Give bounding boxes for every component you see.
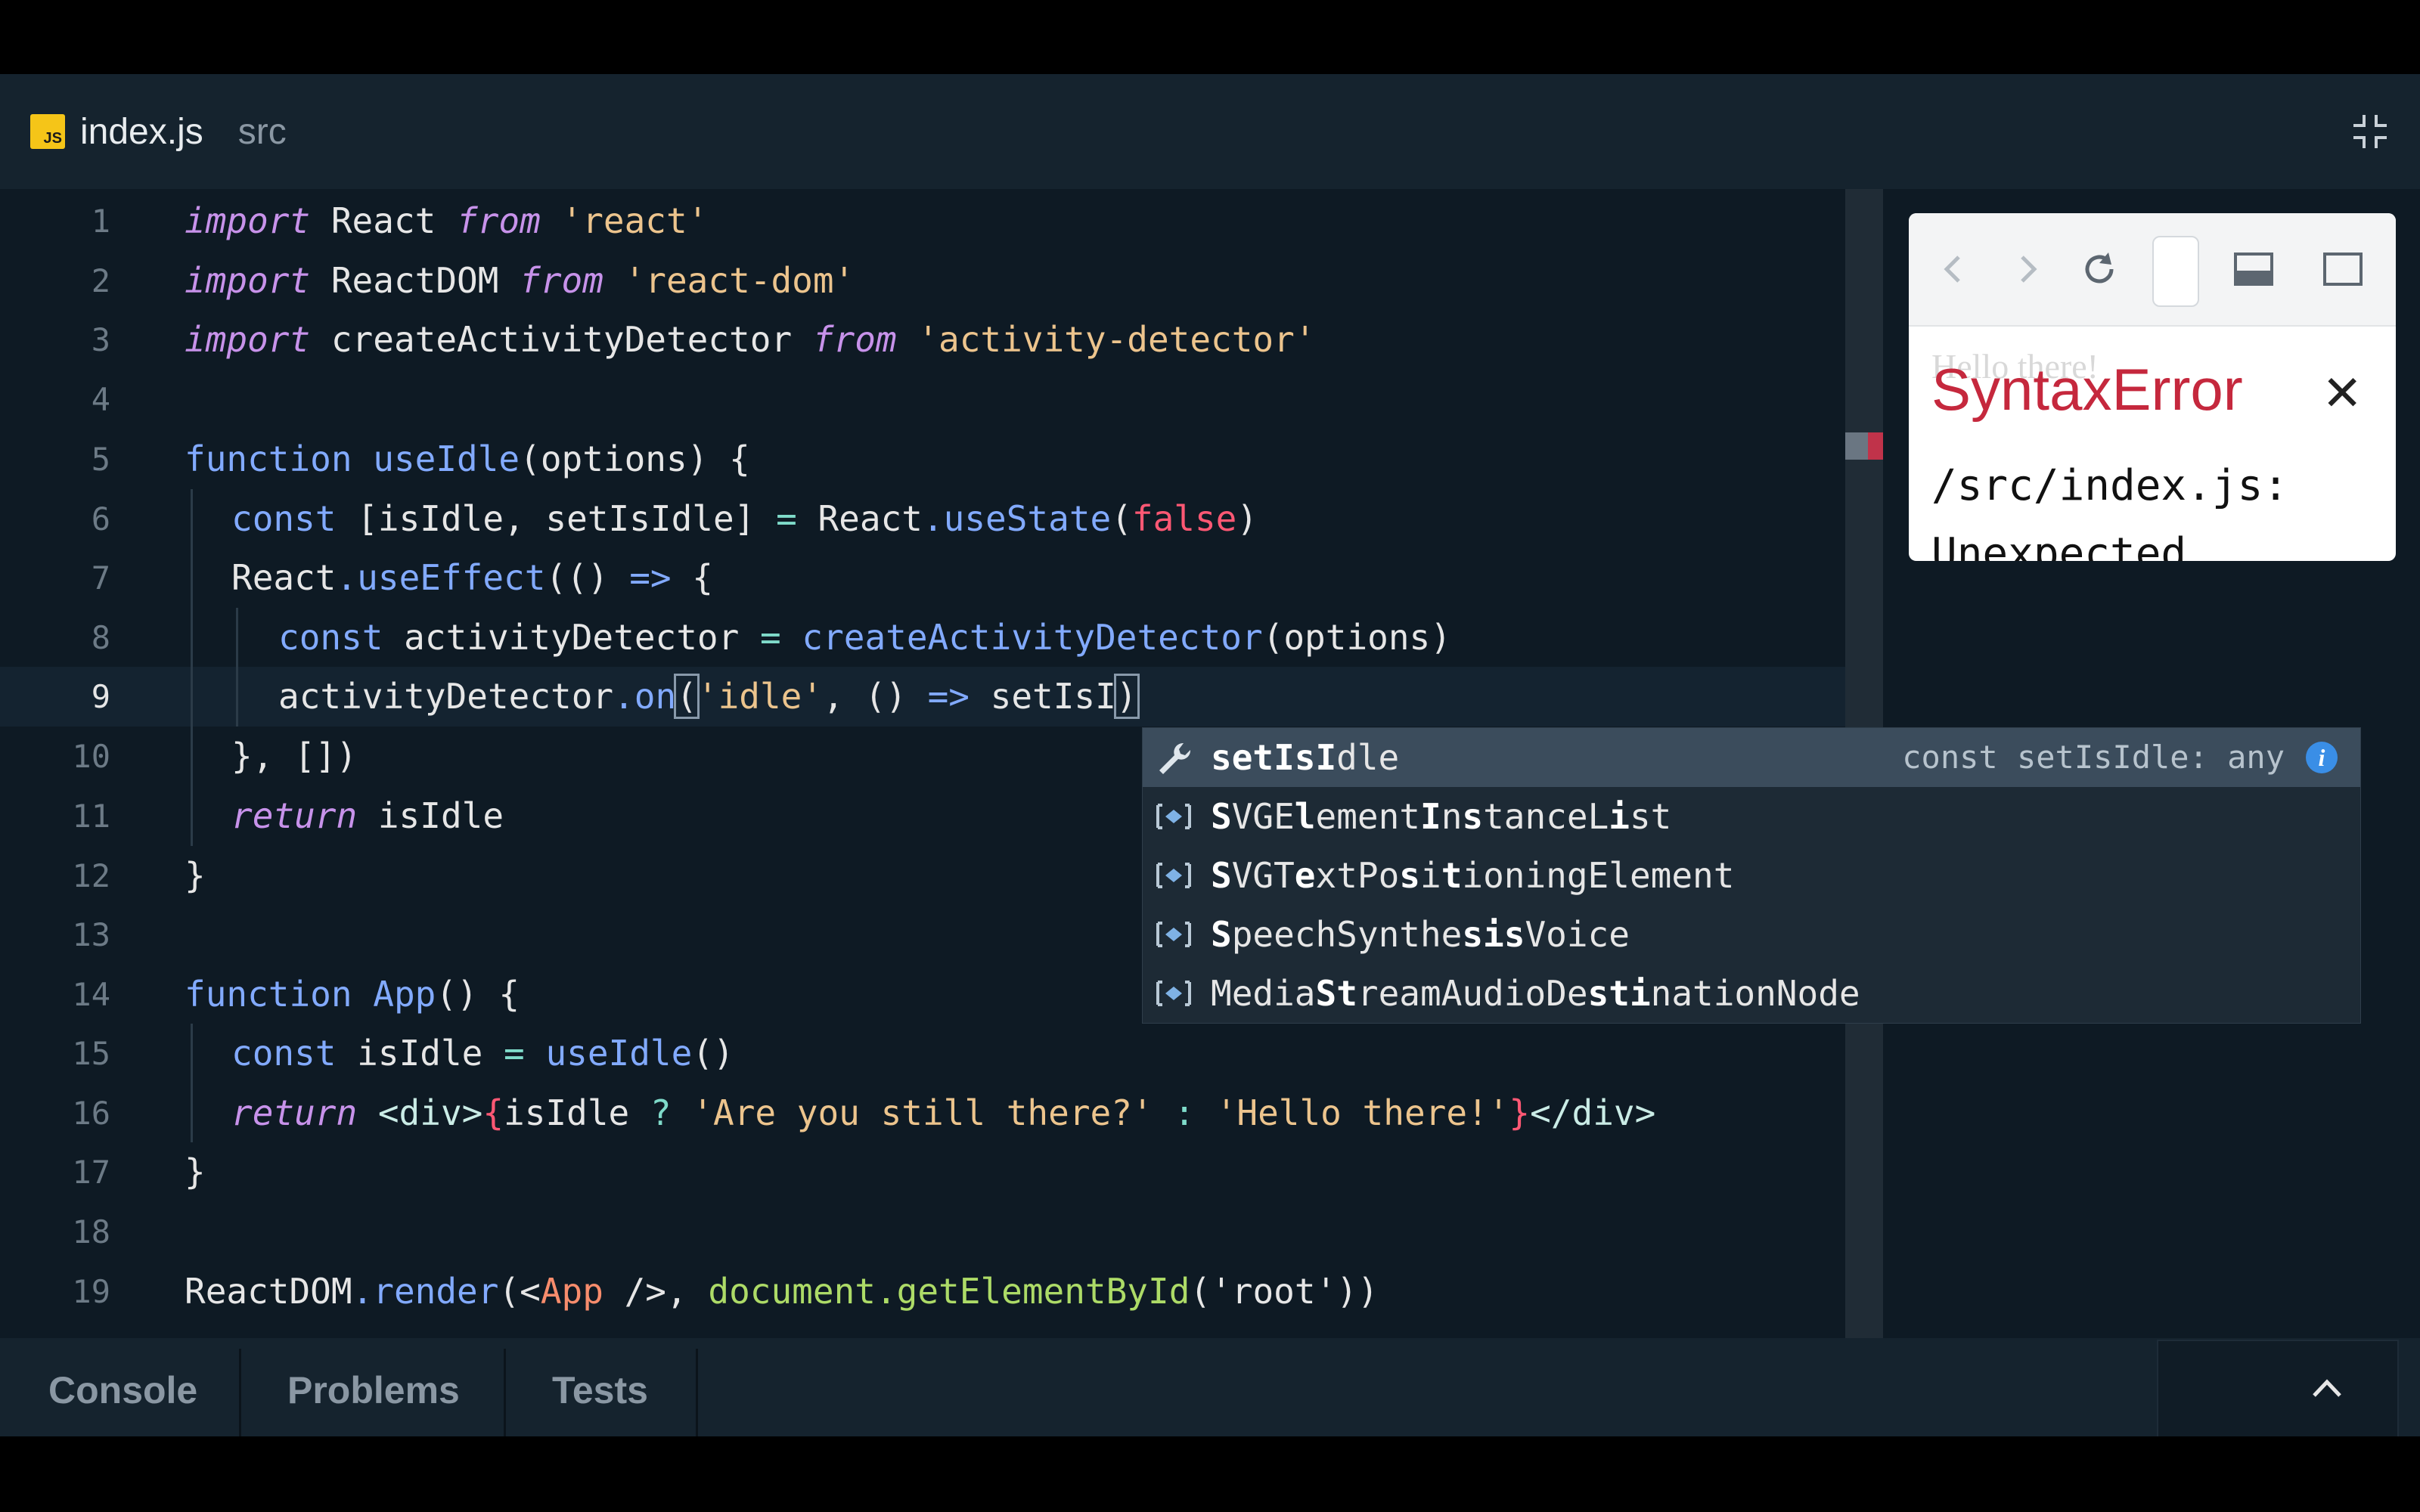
code-line-active[interactable]: activityDetector.on('idle', () => setIsI… [278,667,1140,727]
scrollbar-error-marker [1868,432,1883,460]
js-file-icon: JS [30,114,65,149]
info-icon[interactable]: i [2306,742,2338,773]
error-message: Unexpected [1931,529,2187,561]
autocomplete-item[interactable]: MediaStreamAudioDestinationNode [1143,964,2360,1023]
line-number: 7 [91,559,110,596]
line-number: 11 [72,798,110,835]
tab-tests[interactable]: Tests [552,1338,648,1436]
autocomplete-item-selected[interactable]: setIsIdle const setIsIdle: any i [1143,728,2360,787]
code-line: } [185,1151,206,1192]
address-bar[interactable] [2152,236,2199,307]
line-number: 4 [91,381,110,418]
browser-preview: Hello there! SyntaxError ✕ /src/index.js… [1909,213,2396,561]
line-number-active: 9 [91,678,110,715]
wrench-icon [1159,742,1191,774]
line-number: 5 [91,441,110,478]
code-line: return isIdle [231,795,504,836]
autocomplete-popup: setIsIdle const setIsIdle: any i SVGElem… [1142,727,2361,1024]
dock-side-icon[interactable] [2317,246,2363,292]
line-number: 10 [72,738,110,775]
letterbox-bottom [0,1436,2420,1512]
tab-filename: index.js [80,111,203,152]
line-number: 15 [72,1035,110,1072]
preview-toolbar [1909,213,2396,327]
line-number: 13 [72,916,110,953]
file-tab-index-js[interactable]: JS index.js src [30,107,287,156]
webcam-thumbnail [2157,1340,2399,1439]
line-number: 19 [72,1273,110,1310]
line-number: 3 [91,321,110,358]
code-line: ReactDOM.render(<App />, document.getEle… [185,1271,1379,1312]
line-number: 18 [72,1213,110,1250]
line-number: 8 [91,619,110,656]
tab-problems[interactable]: Problems [287,1338,460,1436]
autocomplete-item[interactable]: SVGTextPositioningElement [1143,846,2360,905]
autocomplete-item[interactable]: SpeechSynthesisVoice [1143,905,2360,964]
bottom-panel-tabs: Console Problems Tests [0,1338,2420,1436]
line-number: 16 [72,1095,110,1132]
error-path: /src/index.js: [1931,461,2289,510]
error-title: SyntaxError [1931,356,2243,423]
tab-console[interactable]: Console [48,1338,197,1436]
tab-separator [696,1349,698,1436]
code-line: import React from 'react' [185,200,709,241]
dock-bottom-icon[interactable] [2231,246,2276,292]
refresh-icon[interactable] [2077,246,2122,292]
code-line: } [185,855,206,896]
autocomplete-item[interactable]: SVGElementInstanceList [1143,787,2360,846]
interface-icon [1156,863,1191,888]
tab-separator [504,1349,506,1436]
interface-icon [1156,981,1191,1006]
autocomplete-detail: const setIsIdle: any [1902,739,2285,776]
interface-icon [1156,804,1191,829]
line-number: 6 [91,500,110,538]
close-icon[interactable]: ✕ [2322,369,2363,417]
letterbox-top [0,0,2420,74]
code-line: const [isIdle, setIsIdle] = React.useSta… [231,498,1258,539]
line-number: 12 [72,857,110,894]
interface-icon [1156,922,1191,947]
forward-icon[interactable] [2004,246,2049,292]
code-line: React.useEffect(() => { [231,557,713,598]
line-number-gutter: 1 2 3 4 5 6 7 8 9 10 11 12 13 14 15 16 1… [0,189,151,1338]
collapse-icon[interactable] [2350,112,2390,151]
chevron-up-icon[interactable] [2308,1374,2346,1400]
code-line: function useIdle(options) { [185,438,750,479]
line-number: 1 [91,203,110,240]
text-cursor: ) [1113,674,1140,719]
code-line: const isIdle = useIdle() [231,1033,734,1074]
code-line: import ReactDOM from 'react-dom' [185,260,855,301]
code-line: import createActivityDetector from 'acti… [185,319,1316,360]
line-number: 14 [72,976,110,1013]
editor-tab-bar: JS index.js src [0,74,2420,189]
code-line: return <div>{isIdle ? 'Are you still the… [231,1092,1656,1133]
code-line: const activityDetector = createActivityD… [278,617,1451,658]
tab-directory: src [237,111,287,152]
tab-separator [239,1349,241,1436]
line-number: 2 [91,262,110,299]
code-line: }, []) [231,736,358,776]
line-number: 17 [72,1154,110,1191]
back-icon[interactable] [1931,246,1977,292]
code-line: function App() { [185,974,520,1015]
preview-content: Hello there! SyntaxError ✕ /src/index.js… [1909,325,2396,561]
